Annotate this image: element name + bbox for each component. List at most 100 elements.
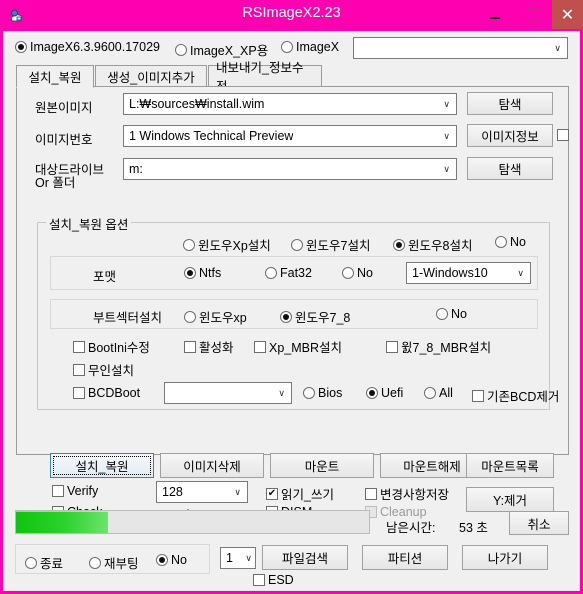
partition-button[interactable]: 파티션 — [362, 545, 448, 570]
checkbox-box-icon — [266, 487, 278, 500]
chevron-down-icon: ∨ — [517, 267, 524, 278]
remaining-time-value: 53 초 — [459, 521, 488, 535]
checkbox-unattended-install[interactable]: 무인설치 — [73, 360, 134, 379]
radio-dot-icon — [89, 556, 101, 569]
radio-imagex[interactable]: ImageX — [281, 40, 339, 54]
chevron-down-icon: ∨ — [245, 552, 252, 563]
radio-bootsector-no[interactable]: No — [436, 307, 467, 321]
bcdboot-combo[interactable]: ∨ — [164, 382, 292, 404]
size-combo[interactable]: 128 ∨ — [156, 481, 248, 503]
engine-combo[interactable]: ∨ — [353, 37, 568, 59]
tab-label: 생성_이미지추가 — [107, 70, 195, 85]
radio-install-no[interactable]: No — [495, 235, 526, 249]
browse-target-button[interactable]: 탐색 — [467, 157, 553, 180]
checkbox-box-icon — [386, 340, 398, 353]
radio-dot-icon — [184, 310, 196, 323]
radio-label: 윈도우7설치 — [306, 239, 371, 253]
tab-export-edit-info[interactable]: 내보내기_정보수정 — [208, 61, 322, 94]
radio-firmware-bios[interactable]: Bios — [303, 386, 342, 400]
radio-install-winxp[interactable]: 윈도우Xp설치 — [183, 235, 271, 254]
radio-post-action-no[interactable]: No — [156, 553, 187, 567]
y-remove-button[interactable]: Y:제거 — [466, 487, 554, 512]
radio-bootsector-win7-8[interactable]: 윈도우7_8 — [280, 307, 350, 326]
file-search-button[interactable]: 파일검색 — [262, 545, 348, 570]
tab-install-restore[interactable]: 설치_복원 — [16, 65, 94, 88]
radio-firmware-uefi[interactable]: Uefi — [366, 386, 403, 400]
cancel-button[interactable]: 취소 — [509, 511, 569, 535]
radio-firmware-all[interactable]: All — [424, 386, 453, 400]
radio-label: Uefi — [381, 386, 404, 400]
radio-shutdown[interactable]: 종료 — [25, 553, 63, 572]
browse-source-button[interactable]: 탐색 — [467, 92, 553, 115]
radio-reboot[interactable]: 재부팅 — [89, 553, 139, 572]
minimize-button[interactable] — [476, 0, 514, 29]
format-label: 포맷 — [93, 270, 117, 284]
close-button[interactable]: ✕ — [552, 0, 583, 29]
checkbox-box-icon — [73, 340, 85, 353]
tab-panel-install-restore: 원본이미지 L:₩sources₩install.wim ∨ 탐색 이미지번호 … — [16, 86, 572, 523]
image-info-extra-checkbox[interactable] — [557, 129, 572, 141]
maximize-icon — [526, 8, 540, 21]
install-restore-button[interactable]: 설치_복원 — [50, 453, 154, 478]
target-drive-combo[interactable]: m: ∨ — [123, 158, 457, 180]
chevron-down-icon: ∨ — [443, 98, 450, 109]
radio-dot-icon — [366, 387, 378, 399]
radio-label: No — [357, 266, 373, 280]
checkbox-activate[interactable]: 활성화 — [184, 337, 234, 356]
checkbox-read-write[interactable]: 읽기_쓰기 — [266, 484, 334, 503]
checkbox-verify[interactable]: Verify — [52, 484, 98, 498]
post-action-panel: 종료 재부팅 No — [15, 544, 210, 574]
source-image-label: 원본이미지 — [35, 101, 93, 115]
image-info-button[interactable]: 이미지정보 — [467, 124, 553, 147]
radio-bootsector-winxp[interactable]: 윈도우xp — [184, 307, 247, 326]
checkbox-win7-8-mbr-install[interactable]: 윐7_8_MBR설치 — [386, 337, 491, 356]
radio-label: 윈도우xp — [199, 311, 247, 325]
source-image-value: L:₩sources₩install.wim — [129, 97, 265, 111]
radio-label: Ntfs — [199, 266, 222, 280]
checkbox-xp-mbr-install[interactable]: Xp_MBR설치 — [254, 337, 342, 356]
radio-label: Fat32 — [280, 266, 312, 280]
checkbox-box-icon — [254, 340, 266, 353]
radio-label: All — [439, 386, 453, 400]
tab-create-add-image[interactable]: 생성_이미지추가 — [95, 65, 207, 87]
radio-dot-icon — [175, 43, 187, 56]
radio-format-fat32[interactable]: Fat32 — [265, 266, 312, 280]
radio-label: No — [451, 307, 467, 321]
checkbox-bootini-edit[interactable]: BootIni수정 — [73, 337, 150, 356]
radio-dot-icon — [281, 41, 293, 53]
format-version-combo[interactable]: 1-Windows10 ∨ — [406, 262, 531, 284]
delete-image-button[interactable]: 이미지삭제 — [160, 453, 264, 478]
button-label: 파티션 — [387, 552, 423, 566]
radio-imagex6[interactable]: ImageX6.3.9600.17029 — [15, 40, 160, 54]
exit-button[interactable]: 나가기 — [462, 545, 548, 570]
checkbox-box-icon — [184, 340, 196, 353]
radio-format-no[interactable]: No — [342, 266, 373, 280]
chevron-down-icon: ∨ — [234, 486, 241, 497]
radio-install-win8[interactable]: 윈도우8설치 — [393, 235, 472, 254]
checkbox-box-icon — [472, 389, 484, 402]
checkbox-label: Verify — [67, 484, 99, 498]
target-drive-value: m: — [129, 162, 143, 176]
group-title: 설치_복원 옵션 — [46, 214, 132, 233]
mount-button[interactable]: 마운트 — [270, 453, 374, 478]
maximize-button[interactable] — [514, 0, 552, 29]
count-combo[interactable]: 1 ∨ — [220, 547, 256, 569]
radio-label: 재부팅 — [104, 557, 139, 571]
bootsector-panel: 부트섹터설치 윈도우xp 윈도우7_8 No — [50, 299, 538, 329]
checkbox-esd[interactable]: ESD — [253, 573, 294, 587]
source-image-combo[interactable]: L:₩sources₩install.wim ∨ — [123, 93, 457, 115]
radio-install-win7[interactable]: 윈도우7설치 — [291, 235, 370, 254]
checkbox-label: BCDBoot — [88, 386, 141, 400]
button-label: 취소 — [527, 517, 551, 532]
radio-label: 윈도우Xp설치 — [198, 239, 271, 253]
image-number-combo[interactable]: 1 Windows Technical Preview ∨ — [123, 125, 457, 147]
checkbox-remove-existing-bcd[interactable]: 기존BCD제거 — [472, 386, 559, 405]
mount-list-button[interactable]: 마운트목록 — [466, 453, 554, 478]
radio-dot-icon — [265, 267, 277, 279]
button-label: 마운트 — [304, 460, 340, 474]
radio-format-ntfs[interactable]: Ntfs — [184, 266, 221, 280]
checkbox-bcdboot[interactable]: BCDBoot — [73, 386, 140, 400]
button-label: 마운트목록 — [481, 460, 539, 474]
checkbox-save-changes[interactable]: 변경사항저장 — [365, 484, 449, 503]
progress-bar-fill — [16, 511, 108, 533]
